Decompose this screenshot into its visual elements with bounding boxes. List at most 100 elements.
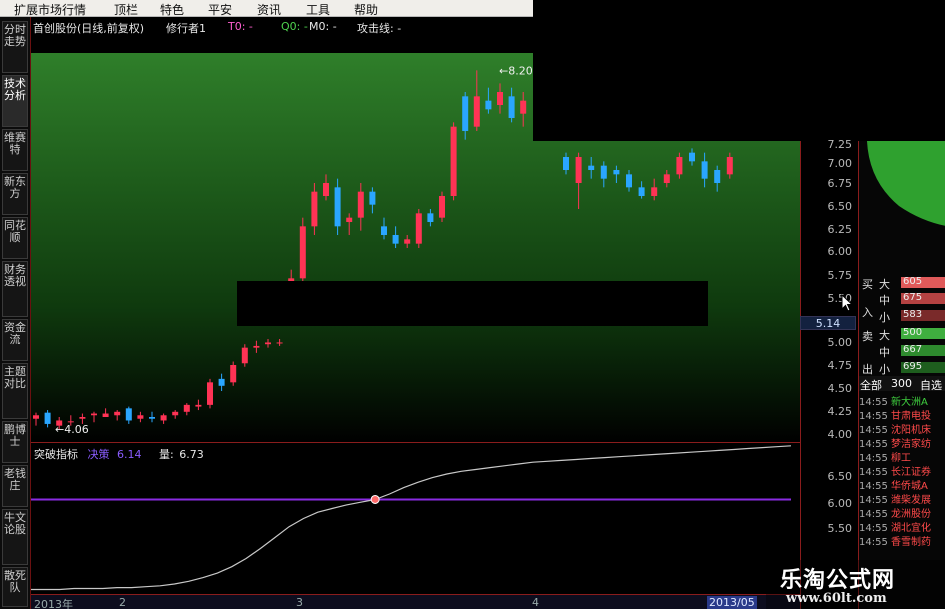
side-tab-sansidui[interactable]: 散死队 [2, 567, 28, 607]
chart-info-bar: 首创股份(日线,前复权) 修行者1 T0: - Q0: - M0: - 攻击线:… [31, 17, 533, 36]
candle-body [427, 213, 434, 222]
indicator-name[interactable]: 修行者1 [166, 20, 206, 36]
candle-body [253, 345, 260, 348]
candle-body [439, 196, 445, 218]
candle [701, 152, 708, 188]
menu-item-help[interactable]: 帮助 [354, 1, 378, 18]
menu-item-features[interactable]: 特色 [160, 1, 184, 18]
side-tab-laoqianzhuang[interactable]: 老钱庄 [2, 465, 28, 507]
menu-item-tools[interactable]: 工具 [306, 1, 330, 18]
trade-row[interactable]: 14:55 长江证券 [859, 463, 945, 478]
candle [714, 165, 721, 192]
min-price-label: ←4.06 [55, 423, 89, 436]
candle [323, 174, 329, 201]
t0-readout: T0: - [228, 20, 253, 33]
time-axis: 2013年 2 3 4 2013/05 [31, 594, 800, 609]
candle [346, 213, 353, 235]
trade-row[interactable]: 14:55 柳工 [859, 449, 945, 464]
candle-body [33, 415, 39, 419]
candle-body [172, 411, 179, 416]
decision-label: 决策 [87, 448, 110, 461]
tab-300[interactable]: 300 [891, 377, 912, 390]
trade-row[interactable]: 14:55 甘肃电投 [859, 407, 945, 422]
candle-body [276, 342, 283, 344]
date-label-feb: 2 [119, 596, 126, 609]
side-tab-capital-flow[interactable]: 资金流 [2, 319, 28, 361]
volume-value: 6.73 [179, 448, 204, 461]
candle-body [44, 412, 51, 424]
sub-tick: 5.50 [827, 522, 853, 535]
list-tab-bar: 全部 300 自选 [859, 376, 945, 393]
chart-title: 首创股份(日线,前复权) [33, 22, 145, 35]
order-size-label: 小 [879, 363, 890, 376]
side-tab-pengboshi[interactable]: 鹏博士 [2, 421, 28, 463]
menu-item-news[interactable]: 资讯 [257, 1, 281, 18]
side-tab-technical[interactable]: 技术分析 [2, 75, 28, 127]
candle-body [183, 404, 190, 412]
candle [114, 410, 121, 421]
candle-body [323, 183, 329, 196]
trade-row[interactable]: 14:55 潍柴发展 [859, 491, 945, 506]
order-size-label: 小 [879, 311, 890, 324]
volume-label: 量: [159, 448, 174, 461]
indicator-title: 突破指标 [34, 448, 78, 461]
attack-line-readout: 攻击线: - [357, 22, 402, 35]
decision-value: 6.14 [117, 448, 142, 461]
candle [497, 83, 503, 114]
tab-watchlist[interactable]: 自选 [920, 377, 942, 393]
candle-body [381, 226, 387, 235]
candle [427, 209, 434, 227]
candle [563, 152, 569, 175]
candle [676, 152, 683, 179]
menu-item-pingan[interactable]: 平安 [208, 1, 232, 18]
side-tab-weisaite[interactable]: 维赛特 [2, 129, 28, 171]
price-tick: 6.00 [827, 245, 853, 258]
candle [600, 161, 607, 188]
current-price-marker: 5.14 [800, 316, 856, 330]
price-tick: 4.00 [827, 428, 853, 441]
indicator-info: 突破指标 决策 6.14 量: 6.73 [34, 446, 204, 462]
indicator-chart[interactable] [31, 444, 800, 594]
trade-row[interactable]: 14:55 梦洁家纺 [859, 435, 945, 450]
candle [575, 152, 582, 209]
mouse-cursor-icon [841, 294, 853, 312]
side-tab-finance[interactable]: 财务透视 [2, 261, 28, 317]
candle [369, 187, 376, 214]
trade-row[interactable]: 14:55 华侨城A [859, 477, 945, 492]
candle-body [726, 157, 733, 175]
candle-body [404, 239, 411, 244]
candle-body [676, 157, 683, 175]
date-label-apr: 4 [532, 596, 539, 609]
trade-row[interactable]: 14:55 湖北宜化 [859, 519, 945, 534]
redaction-block-top-right [533, 0, 945, 141]
menu-item-extended-market[interactable]: 扩展市场行情 [14, 1, 86, 18]
candle [183, 403, 190, 416]
candle-body [357, 191, 364, 218]
trade-row[interactable]: 14:55 香雪制药 [859, 533, 945, 548]
date-label-2013: 2013年 [34, 598, 73, 609]
candle-body [563, 157, 569, 170]
side-tab-new-oriental[interactable]: 新东方 [2, 173, 28, 215]
volume-curve [31, 445, 792, 591]
trade-row[interactable]: 14:55 沈阳机床 [859, 421, 945, 436]
candle-body [638, 187, 645, 196]
indicator-panel[interactable]: 突破指标 决策 6.14 量: 6.73 [31, 444, 800, 594]
menu-item-top-bar[interactable]: 顶栏 [114, 1, 138, 18]
side-tab-theme-compare[interactable]: 主题对比 [2, 363, 28, 419]
price-axis: 7.25 7.00 6.75 6.50 6.25 6.00 5.75 5.50 … [800, 138, 858, 609]
candle-body [450, 126, 457, 196]
m0-readout: M0: - [309, 20, 337, 33]
trade-row[interactable]: 14:55 龙洲股份 [859, 505, 945, 520]
side-tab-intraday[interactable]: 分时走势 [2, 21, 28, 73]
candle-body [600, 165, 607, 179]
tab-all[interactable]: 全部 [860, 377, 882, 393]
order-size-label: 大 [879, 278, 890, 291]
trade-row[interactable]: 14:55 新大洲A [859, 393, 945, 408]
candle-body [701, 161, 708, 179]
candle [651, 178, 658, 201]
sub-tick: 6.50 [827, 470, 853, 483]
side-tab-tonghuashun[interactable]: 同花顺 [2, 217, 28, 259]
candle-body [588, 165, 595, 170]
candle [439, 191, 445, 222]
side-tab-niuwen[interactable]: 牛文论股 [2, 509, 28, 565]
